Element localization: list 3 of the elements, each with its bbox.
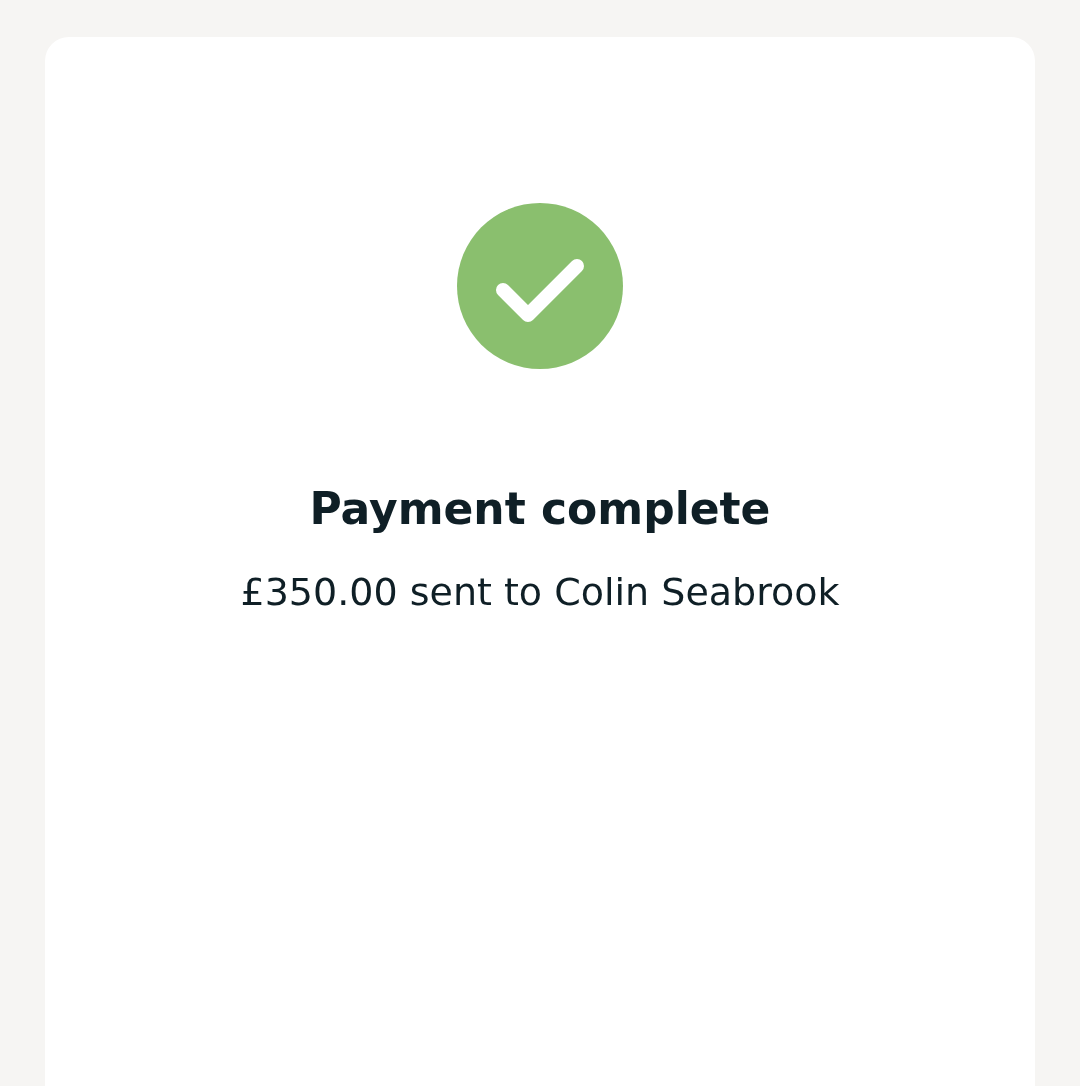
status-title: Payment complete	[309, 482, 771, 536]
check-circle-icon	[457, 203, 623, 369]
status-message: £350.00 sent to Colin Seabrook	[240, 569, 840, 616]
